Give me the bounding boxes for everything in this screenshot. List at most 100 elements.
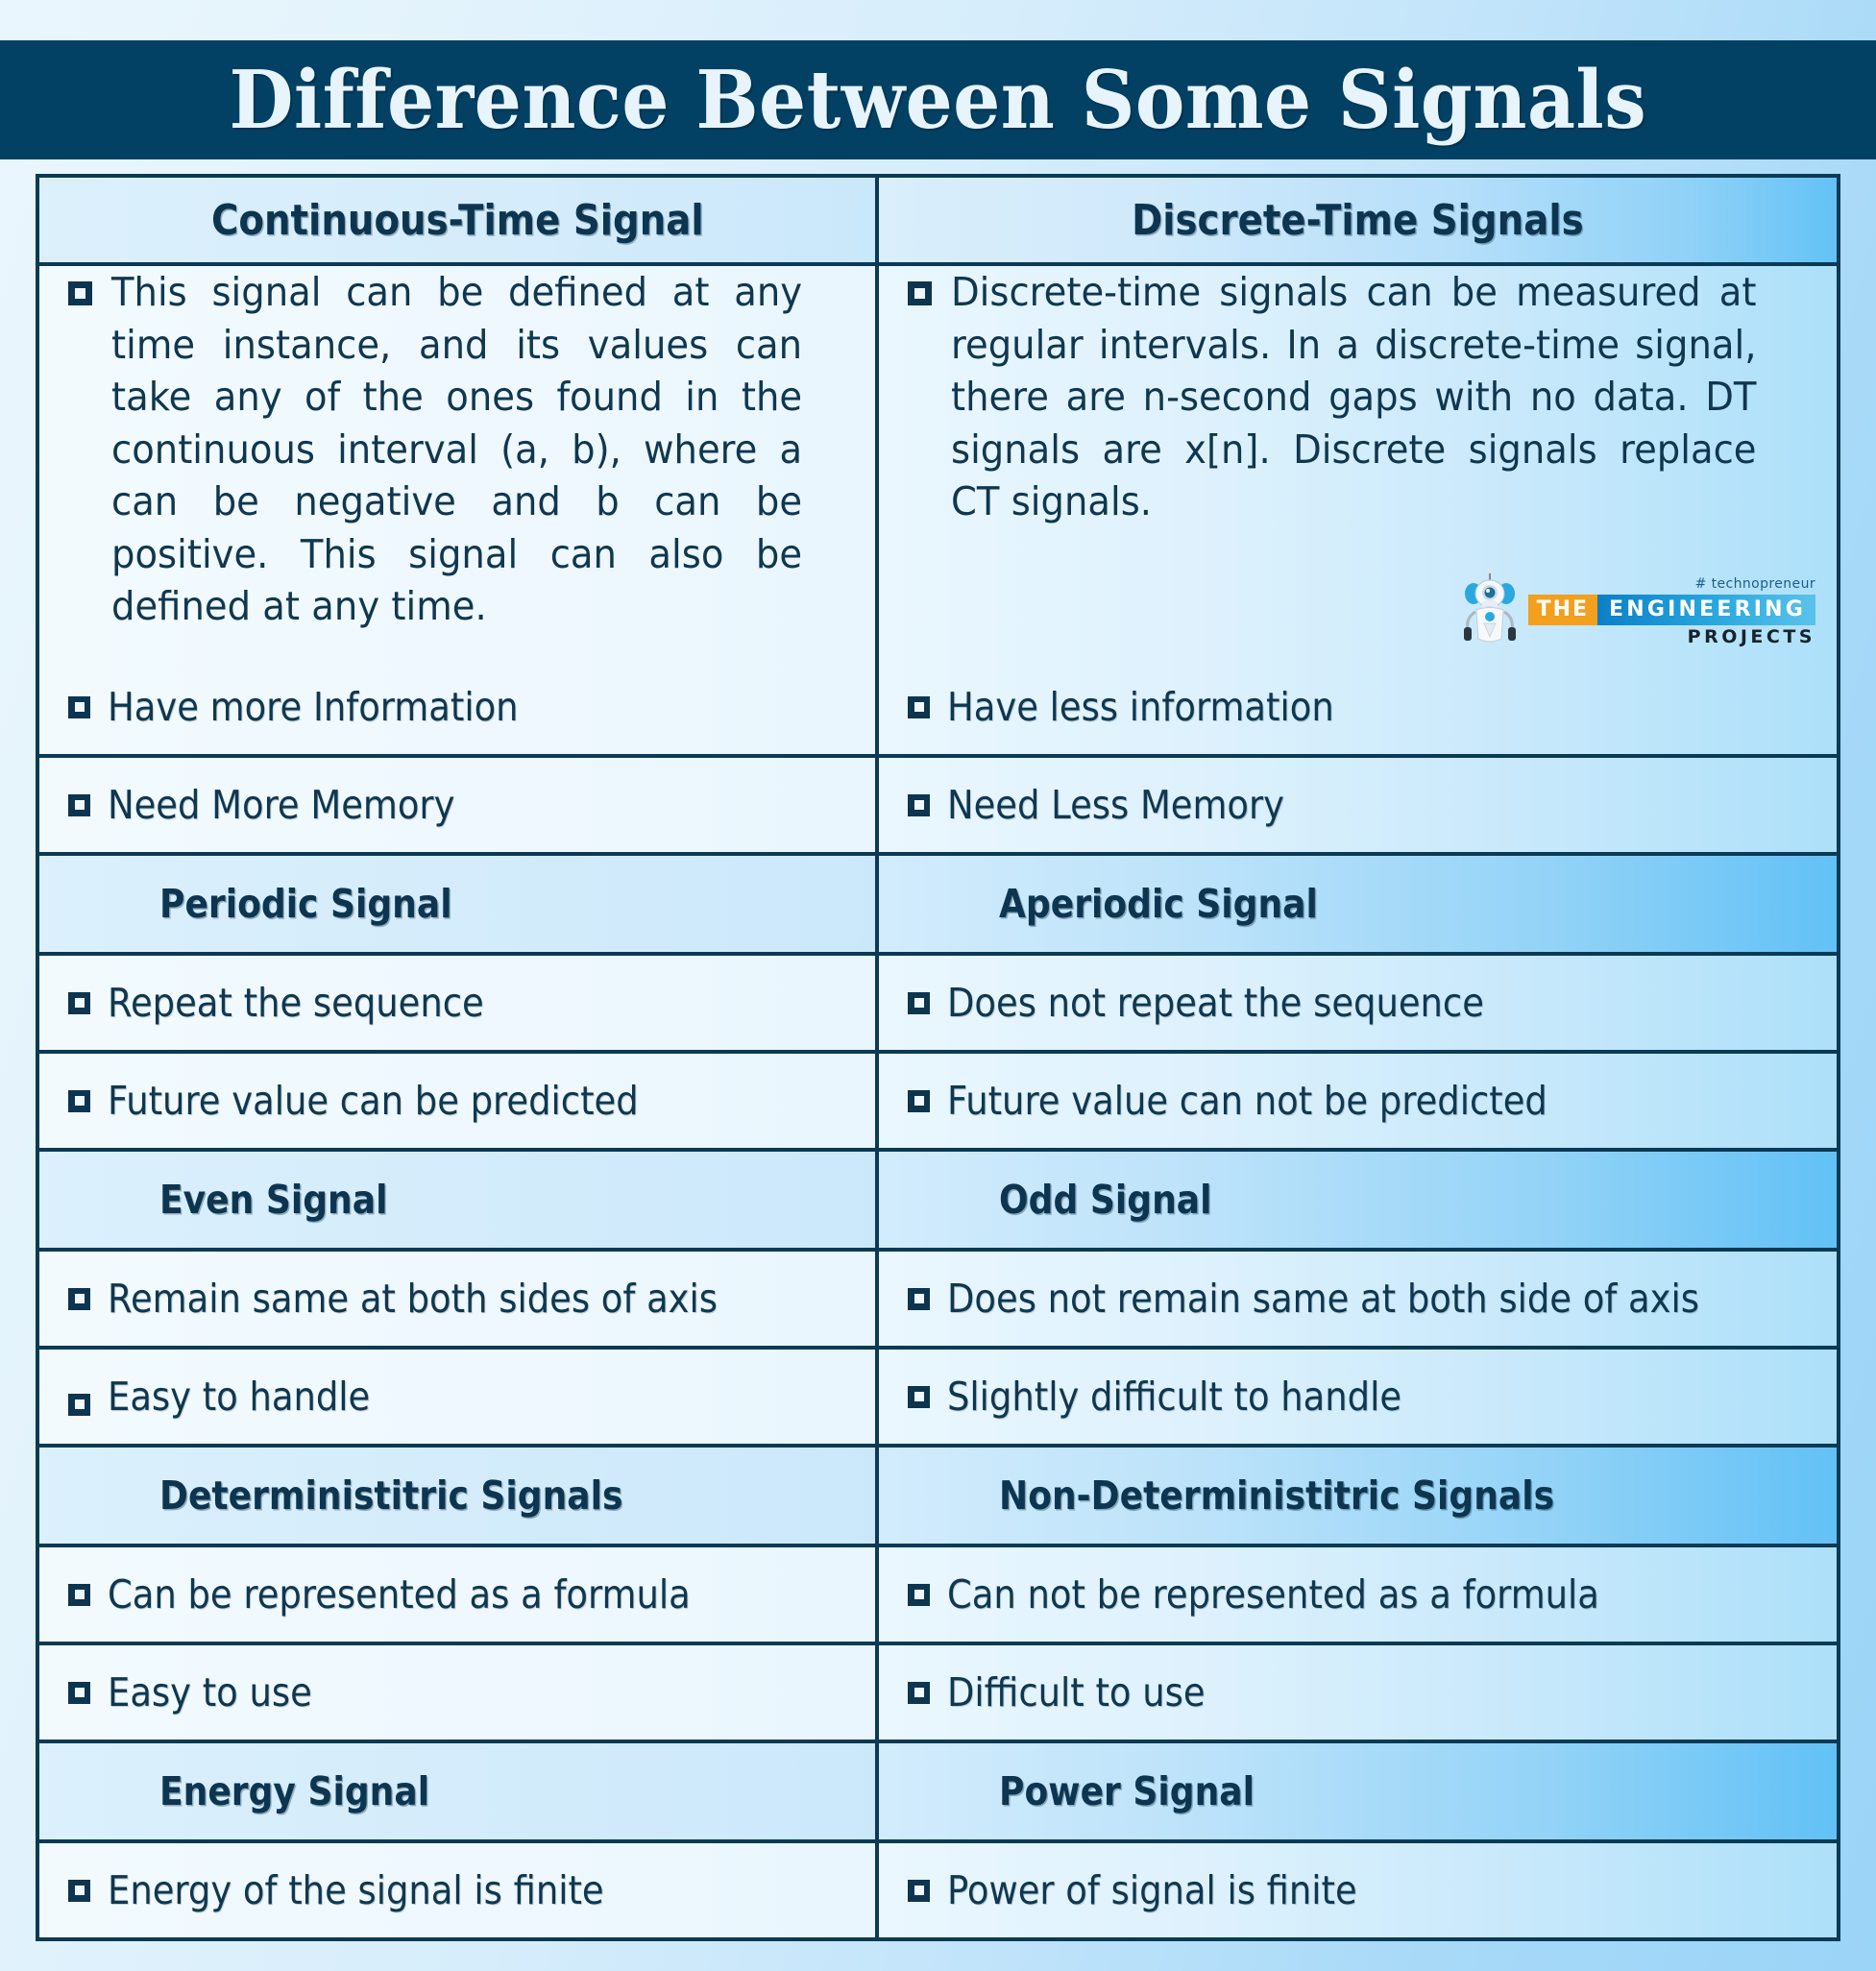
square-bullet-icon — [68, 1583, 90, 1606]
bullet-text: Difficult to use — [947, 1669, 1206, 1716]
bullet-item: Have less information — [908, 684, 1808, 730]
table-row-intro: This signal can be defined at any time i… — [39, 262, 1837, 660]
table-cell-left: Have more Information — [39, 660, 879, 754]
bullet-item: Repeat the sequence — [68, 980, 846, 1026]
bullet-item: Energy of the signal is finite — [68, 1867, 846, 1913]
table-cell-right: Difficult to use — [879, 1645, 1837, 1740]
table-cell-right: Have less information — [879, 660, 1837, 754]
bullet-text: Future value can be predicted — [108, 1078, 639, 1124]
bullet-item: Future value can not be predicted — [908, 1078, 1808, 1124]
square-bullet-icon — [68, 695, 90, 718]
table-cell-left: Energy of the signal is finite — [39, 1843, 879, 1937]
logo-tagline: # technopreneur — [1694, 576, 1815, 592]
intro-text-left: This signal can be defined at any time i… — [111, 269, 803, 630]
square-bullet-icon — [68, 991, 90, 1014]
table-section-row: Deterministitric Signals Non-Deterministi… — [39, 1444, 1837, 1544]
section-title: Energy Signal — [159, 1768, 430, 1814]
logo-engineering-text: ENGINEERING — [1597, 595, 1815, 625]
table-row: Energy of the signal is finite Power of s… — [39, 1839, 1837, 1937]
bullet-text: Does not remain same at both side of axi… — [947, 1276, 1699, 1322]
bullet-item: Have more Information — [68, 684, 846, 730]
table-cell-left: Repeat the sequence — [39, 956, 879, 1050]
intro-cell-left: This signal can be defined at any time i… — [39, 266, 879, 660]
square-bullet-icon — [908, 1681, 930, 1704]
section-title: Odd Signal — [999, 1177, 1212, 1223]
bullet-text: Easy to use — [108, 1669, 312, 1716]
table-body: Have more Information Have less informati… — [39, 660, 1837, 1937]
table-section-row: Energy Signal Power Signal — [39, 1740, 1837, 1839]
table-cell-right: Power of signal is finite — [879, 1843, 1837, 1937]
section-title: Aperiodic Signal — [999, 881, 1318, 927]
comparison-table: Continuous-Time Signal Discrete-Time Sig… — [36, 174, 1840, 1941]
table-row: Repeat the sequence Does not repeat the s… — [39, 952, 1837, 1050]
table-cell-left: Even Signal — [39, 1152, 879, 1248]
square-bullet-icon — [908, 695, 930, 718]
page-title: Difference Between Some Signals — [229, 52, 1647, 147]
square-bullet-icon — [908, 1287, 930, 1310]
table-cell-right: Non-Deterministitric Signals — [879, 1448, 1837, 1544]
table-cell-left: Periodic Signal — [39, 856, 879, 952]
bullet-text: Have more Information — [108, 684, 519, 730]
bullet-item: Difficult to use — [908, 1669, 1808, 1716]
bullet-item: Can not be represented as a formula — [908, 1571, 1808, 1618]
table-row: Easy to use Difficult to use — [39, 1642, 1837, 1740]
table-cell-right: Need Less Memory — [879, 758, 1837, 852]
section-title: Periodic Signal — [159, 881, 452, 927]
square-bullet-icon — [908, 1385, 930, 1408]
square-bullet-icon — [908, 1089, 930, 1112]
section-title: Even Signal — [159, 1177, 388, 1223]
table-row: Have more Information Have less informati… — [39, 660, 1837, 754]
bullet-item: Need Less Memory — [908, 782, 1808, 828]
bullet-text: Can be represented as a formula — [108, 1571, 691, 1618]
header-cell-left: Continuous-Time Signal — [39, 178, 879, 262]
the-engineering-projects-logo: # technopreneur THE ENGINEERING PROJECTS — [1459, 568, 1815, 646]
square-bullet-icon — [68, 793, 90, 816]
square-bullet-icon — [68, 1287, 90, 1310]
bullet-item: Slightly difficult to handle — [908, 1374, 1808, 1420]
table-row: Can be represented as a formula Can not b… — [39, 1544, 1837, 1642]
bullet-item: Need More Memory — [68, 782, 846, 828]
square-bullet-icon — [68, 1879, 90, 1902]
bullet-text: Power of signal is finite — [947, 1867, 1357, 1913]
square-bullet-icon — [68, 1393, 90, 1416]
square-bullet-icon — [908, 991, 930, 1014]
square-bullet-icon — [908, 793, 930, 816]
column-header-discrete-time-signals: Discrete-Time Signals — [1132, 195, 1584, 245]
bullet-text: Have less information — [947, 684, 1334, 730]
square-bullet-icon — [68, 1089, 90, 1112]
intro-cell-right: Discrete-time signals can be measured at… — [879, 266, 1837, 660]
table-cell-right: Power Signal — [879, 1743, 1837, 1839]
logo-wordmark: # technopreneur THE ENGINEERING PROJECTS — [1527, 576, 1815, 646]
table-section-row: Periodic Signal Aperiodic Signal — [39, 852, 1837, 952]
robot-mascot-icon — [1463, 568, 1516, 643]
table-cell-right: Aperiodic Signal — [879, 856, 1837, 952]
bullet-text: Future value can not be predicted — [947, 1078, 1547, 1124]
table-row: Remain same at both sides of axis Does no… — [39, 1248, 1837, 1346]
bullet-text: Need Less Memory — [947, 782, 1285, 828]
logo-the-text: THE — [1527, 595, 1598, 625]
table-cell-right: Does not repeat the sequence — [879, 956, 1837, 1050]
table-header-row: Continuous-Time Signal Discrete-Time Sig… — [39, 178, 1837, 262]
table-cell-right: Slightly difficult to handle — [879, 1350, 1837, 1444]
bullet-text: Remain same at both sides of axis — [108, 1276, 719, 1322]
bullet-item: Can be represented as a formula — [68, 1571, 846, 1618]
bullet-text: Energy of the signal is finite — [108, 1867, 604, 1913]
table-cell-left: Deterministitric Signals — [39, 1448, 879, 1544]
table-cell-right: Does not remain same at both side of axi… — [879, 1252, 1837, 1346]
table-cell-left: Energy Signal — [39, 1743, 879, 1839]
square-bullet-icon — [68, 281, 92, 305]
table-cell-left: Easy to handle — [39, 1350, 879, 1444]
table-cell-right: Odd Signal — [879, 1152, 1837, 1248]
table-row: Future value can be predicted Future valu… — [39, 1050, 1837, 1148]
bullet-paragraph: Discrete-time signals can be measured at… — [908, 266, 1808, 528]
table-cell-left: Future value can be predicted — [39, 1054, 879, 1148]
section-title: Non-Deterministitric Signals — [999, 1472, 1555, 1519]
table-cell-right: Future value can not be predicted — [879, 1054, 1837, 1148]
bullet-text: Does not repeat the sequence — [947, 980, 1484, 1026]
square-bullet-icon — [908, 1583, 930, 1606]
bullet-item: Power of signal is finite — [908, 1867, 1808, 1913]
bullet-text: Can not be represented as a formula — [947, 1571, 1599, 1618]
bullet-item: Remain same at both sides of axis — [68, 1276, 846, 1322]
table-cell-left: Easy to use — [39, 1645, 879, 1740]
column-header-continuous-time-signal: Continuous-Time Signal — [210, 195, 704, 245]
